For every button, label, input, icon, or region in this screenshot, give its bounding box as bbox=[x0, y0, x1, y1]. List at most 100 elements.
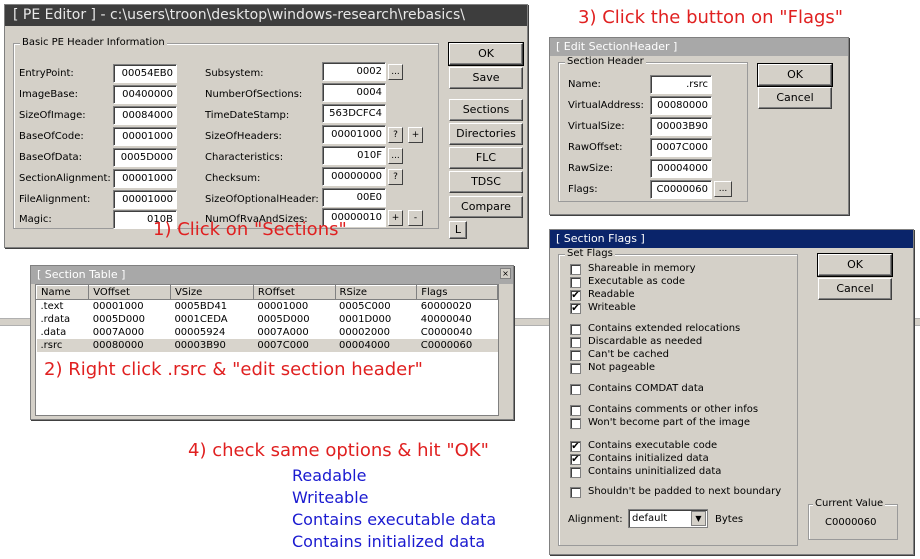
l-button[interactable]: L bbox=[449, 221, 467, 239]
table-cell: .rsrc bbox=[40, 339, 63, 351]
flag-checkbox[interactable] bbox=[570, 405, 581, 416]
flag-label: Contains initialized data bbox=[588, 453, 709, 464]
pe-value-field[interactable]: 00001000 bbox=[113, 169, 177, 188]
flag-checkbox[interactable]: ✔ bbox=[570, 290, 581, 301]
flag-checkbox[interactable] bbox=[570, 384, 581, 395]
table-row[interactable]: .rsrc 00080000 00003B90 0007C000 00004000 C00… bbox=[36, 338, 498, 352]
edit-value-field[interactable]: C0000060 bbox=[650, 180, 712, 199]
pe-value-field[interactable]: 0005D000 bbox=[113, 148, 177, 167]
edit-value-field[interactable]: 0007C000 bbox=[650, 138, 712, 157]
table-cell: 00001000 bbox=[257, 300, 309, 312]
flag-checkbox[interactable]: ✔ bbox=[570, 303, 581, 314]
pe-value-field[interactable]: 00001000 bbox=[322, 125, 386, 144]
save-button[interactable]: Save bbox=[449, 67, 523, 89]
close-icon[interactable]: × bbox=[500, 268, 511, 279]
table-row[interactable]: .text 00001000 0005BD41 00001000 0005C000 600… bbox=[37, 300, 498, 313]
annotation-step-3: 3) Click the button on "Flags" bbox=[578, 7, 844, 28]
pe-value-field[interactable]: 00084000 bbox=[113, 106, 177, 125]
table-cell: 40000040 bbox=[420, 313, 472, 325]
tdsc-button[interactable]: TDSC bbox=[449, 171, 523, 193]
flag-label: Writeable bbox=[588, 302, 636, 313]
edit-section-header-window: [ Edit SectionHeader ] Section Header Na… bbox=[549, 37, 849, 215]
flags-cancel-button[interactable]: Cancel bbox=[818, 278, 892, 300]
flag-checkbox[interactable] bbox=[570, 467, 581, 478]
pe-value-field[interactable]: 00000000 bbox=[322, 167, 386, 186]
pe-value-field[interactable]: 00001000 bbox=[113, 190, 177, 209]
flag-label: Shouldn't be padded to next boundary bbox=[588, 486, 782, 497]
alignment-select[interactable]: default ▼ bbox=[628, 509, 708, 528]
table-cell: .text bbox=[40, 300, 64, 312]
flag-label: Readable bbox=[588, 289, 635, 300]
pe-label: BaseOfCode: bbox=[19, 131, 84, 142]
small-q-button[interactable]: ? bbox=[388, 169, 403, 185]
pe-value-field[interactable]: 00400000 bbox=[113, 85, 177, 104]
flag-checkbox[interactable] bbox=[570, 363, 581, 374]
small-plus-button[interactable]: + bbox=[388, 210, 403, 226]
flag-checkbox[interactable] bbox=[570, 337, 581, 348]
edit-ok-button[interactable]: OK bbox=[757, 63, 833, 87]
sections-button[interactable]: Sections bbox=[449, 99, 523, 121]
small-dots-button[interactable]: ... bbox=[388, 148, 403, 164]
column-header[interactable]: Name bbox=[35, 285, 90, 300]
flag-checkbox[interactable] bbox=[570, 264, 581, 275]
edit-value-field[interactable]: 00004000 bbox=[650, 159, 712, 178]
flag-checkbox[interactable]: ✔ bbox=[570, 454, 581, 465]
current-value: C0000060 bbox=[825, 517, 877, 528]
pe-label: SectionAlignment: bbox=[19, 173, 111, 184]
table-row[interactable]: .rdata 0005D000 0001CEDA 0005D000 0001D000 40… bbox=[37, 313, 498, 326]
pe-label: Characteristics: bbox=[205, 152, 284, 163]
edit-value-field[interactable]: 00003B90 bbox=[650, 117, 712, 136]
table-cell: 0005D000 bbox=[257, 313, 310, 325]
table-cell: 0005C000 bbox=[339, 300, 391, 312]
column-header[interactable]: RSize bbox=[334, 285, 418, 300]
flc-button[interactable]: FLC bbox=[449, 147, 523, 169]
chevron-down-icon[interactable]: ▼ bbox=[691, 511, 706, 526]
flag-checkbox[interactable]: ✔ bbox=[570, 441, 581, 452]
column-header[interactable]: VSize bbox=[169, 285, 254, 300]
pe-value-field[interactable]: 0002 bbox=[322, 62, 386, 81]
ok-button[interactable]: OK bbox=[448, 42, 524, 66]
compare-button[interactable]: Compare bbox=[449, 196, 523, 218]
column-header[interactable]: ROffset bbox=[252, 285, 336, 300]
table-cell: 0001D000 bbox=[339, 313, 392, 325]
flags-dots-button[interactable]: ... bbox=[714, 181, 732, 197]
column-header[interactable]: Flags bbox=[416, 285, 498, 300]
edit-label: VirtualAddress: bbox=[568, 100, 644, 111]
flag-label: Contains comments or other infos bbox=[588, 404, 759, 415]
flag-checkbox[interactable] bbox=[570, 324, 581, 335]
flag-label: Executable as code bbox=[588, 276, 686, 287]
option-writeable: Writeable bbox=[292, 488, 369, 507]
pe-value-field[interactable]: 0004 bbox=[322, 83, 386, 102]
small-minus-button[interactable]: - bbox=[408, 210, 423, 226]
table-cell: 00005924 bbox=[174, 326, 226, 338]
flags-ok-button[interactable]: OK bbox=[817, 253, 893, 277]
pe-value-field[interactable]: 00001000 bbox=[113, 127, 177, 146]
pe-label: EntryPoint: bbox=[19, 68, 74, 79]
pe-label: ImageBase: bbox=[19, 89, 79, 100]
edit-value-field[interactable]: 00080000 bbox=[650, 96, 712, 115]
small-dots-button[interactable]: ... bbox=[388, 64, 403, 80]
edit-value-field[interactable]: .rsrc bbox=[650, 75, 712, 94]
table-cell: 0007A000 bbox=[257, 326, 309, 338]
small-q-button[interactable]: ? bbox=[388, 127, 403, 143]
pe-value-field[interactable]: 00E0 bbox=[322, 188, 386, 207]
annotation-step-4: 4) check same options & hit "OK" bbox=[188, 440, 489, 461]
table-cell: 00004000 bbox=[339, 339, 390, 351]
edit-cancel-button[interactable]: Cancel bbox=[758, 87, 832, 109]
pe-label: FileAlignment: bbox=[19, 194, 91, 205]
directories-button[interactable]: Directories bbox=[449, 123, 523, 145]
option-readable: Readable bbox=[292, 466, 367, 485]
option-executable: Contains executable data bbox=[292, 510, 497, 529]
small-plus-button[interactable]: + bbox=[408, 127, 423, 143]
column-header[interactable]: VOffset bbox=[88, 285, 171, 300]
flag-checkbox[interactable] bbox=[570, 277, 581, 288]
pe-value-field[interactable]: 00054EB0 bbox=[113, 64, 177, 83]
table-row[interactable]: .data 0007A000 00005924 0007A000 00002000 C00… bbox=[37, 326, 498, 339]
table-cell: 00002000 bbox=[339, 326, 390, 338]
pe-value-field[interactable]: 010F bbox=[322, 146, 386, 165]
flag-checkbox[interactable] bbox=[570, 418, 581, 429]
flag-checkbox[interactable] bbox=[570, 350, 581, 361]
annotation-step-1: 1) Click on "Sections" bbox=[153, 219, 347, 240]
pe-value-field[interactable]: 563DCFC4 bbox=[322, 104, 386, 123]
flag-checkbox[interactable] bbox=[570, 487, 581, 498]
